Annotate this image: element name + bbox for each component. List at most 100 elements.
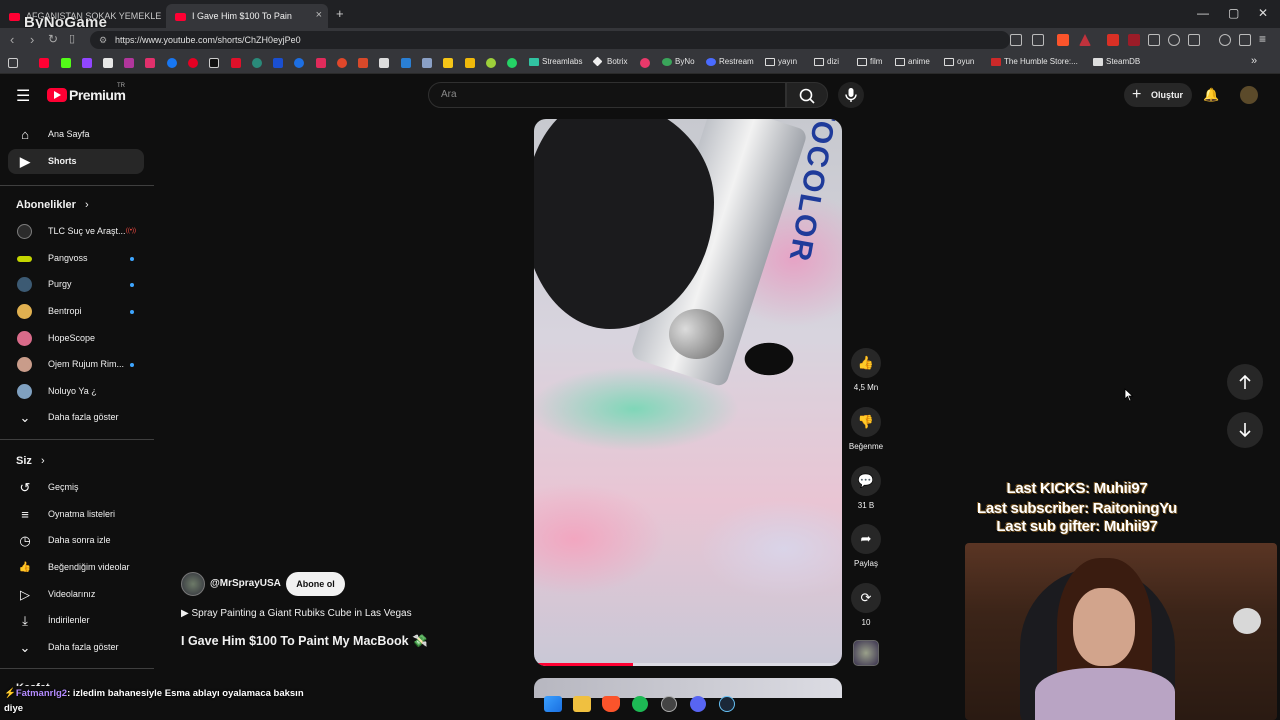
- steam-icon[interactable]: [719, 696, 735, 712]
- brave-shields-icon[interactable]: [1057, 34, 1069, 46]
- bookmark-facebook-icon[interactable]: [167, 58, 177, 68]
- new-tab-button[interactable]: +: [336, 6, 344, 21]
- hamburger-menu-icon[interactable]: ☰: [16, 86, 30, 106]
- show-more-you[interactable]: ⌄ Daha fazla göster: [8, 635, 144, 660]
- discord-icon[interactable]: [690, 696, 706, 712]
- related-video-link[interactable]: ▶ Spray Painting a Giant Rubiks Cube in …: [181, 608, 412, 619]
- bookmark-b-icon[interactable]: [273, 58, 283, 68]
- previous-short-button[interactable]: [1227, 364, 1263, 400]
- bookmark-tiktok-icon[interactable]: [209, 58, 219, 68]
- bookmark-folder-yayin[interactable]: yayın: [765, 57, 797, 66]
- sidebar-item-shorts[interactable]: ▶ Shorts: [8, 149, 144, 174]
- back-arrow-icon[interactable]: ‹: [10, 32, 14, 47]
- bookmark-streamlabs[interactable]: Streamlabs: [529, 57, 582, 66]
- search-button[interactable]: [786, 82, 828, 108]
- subscription-purgy[interactable]: Purgy: [8, 272, 144, 297]
- subscription-pangvoss[interactable]: Pangvoss: [8, 246, 144, 271]
- sound-thumbnail[interactable]: [853, 640, 879, 666]
- subscribe-button[interactable]: Abone ol: [286, 572, 345, 596]
- brave-browser-icon[interactable]: [602, 696, 620, 712]
- bookmark-crown-icon[interactable]: [401, 58, 411, 68]
- bookmark-instagram-icon[interactable]: [145, 58, 155, 68]
- bookmark-folder-dizi[interactable]: dizi: [814, 57, 839, 66]
- extension-cloud-icon[interactable]: [1148, 34, 1160, 46]
- voice-search-button[interactable]: [838, 82, 864, 108]
- bookmark-botrix[interactable]: Botrix: [592, 56, 627, 67]
- bookmark-restream[interactable]: Restream: [706, 57, 754, 66]
- search-input[interactable]: Ara: [428, 82, 786, 108]
- subscription-bentropi[interactable]: Bentropi: [8, 299, 144, 324]
- bookmark-whatsapp-icon[interactable]: [507, 58, 517, 68]
- browser-menu-icon[interactable]: ≡: [1259, 32, 1266, 46]
- subscription-noluyo-ya[interactable]: Noluyo Ya ¿: [8, 379, 144, 404]
- create-button[interactable]: + Oluştur: [1124, 83, 1192, 107]
- media-music-icon[interactable]: [1219, 34, 1231, 46]
- bookmark-folder-oyun[interactable]: oyun: [944, 57, 974, 66]
- bookmark-kick-icon[interactable]: [61, 58, 71, 68]
- bookmark-byno[interactable]: ByNo: [662, 57, 695, 66]
- windows-start-icon[interactable]: [544, 696, 562, 712]
- bookmark-youtube-icon[interactable]: [39, 58, 49, 68]
- share-page-icon[interactable]: [1032, 34, 1044, 46]
- bookmark-green-icon[interactable]: [486, 58, 496, 68]
- more-bookmarks-button[interactable]: »: [1251, 55, 1257, 67]
- share-action[interactable]: ➦ Paylaş: [846, 524, 886, 568]
- apps-grid-icon[interactable]: [8, 58, 18, 68]
- you-header[interactable]: Siz ›: [16, 455, 45, 467]
- like-action[interactable]: 👍 4,5 Mn: [846, 348, 886, 392]
- obs-icon[interactable]: [661, 696, 677, 712]
- url-field[interactable]: ⚙ https://www.youtube.com/shorts/ChZH0ey…: [90, 31, 1010, 49]
- sidebar-item-liked-videos[interactable]: 👍 Beğendiğim videolar: [8, 555, 144, 580]
- bookmark-amazon-icon[interactable]: [379, 58, 389, 68]
- browser-tab-2-active[interactable]: I Gave Him $100 To Paint My ×: [166, 4, 328, 28]
- leo-ai-icon[interactable]: [1239, 34, 1251, 46]
- comment-action[interactable]: 💬 31 B: [846, 466, 886, 510]
- remix-action[interactable]: ⟳ 10: [846, 583, 886, 627]
- short-video-player[interactable]: MOTOCOLOR: [534, 119, 842, 666]
- file-explorer-icon[interactable]: [573, 696, 591, 712]
- sidebar-item-home[interactable]: ⌂ Ana Sayfa: [8, 122, 144, 147]
- video-progress-bar[interactable]: [534, 663, 842, 666]
- bookmark-page-icon[interactable]: ▯: [69, 32, 75, 45]
- notifications-bell-icon[interactable]: 🔔: [1203, 87, 1219, 103]
- bookmark-folder-anime[interactable]: anime: [895, 57, 930, 66]
- subscription-ojem-rujum[interactable]: Ojem Rujum Rim...: [8, 352, 144, 377]
- subscription-tlc[interactable]: TLC Suç ve Araşt... ((•)): [8, 219, 144, 244]
- sidebar-item-watch-later[interactable]: ◷ Daha sonra izle: [8, 528, 144, 553]
- bookmark-hb-icon[interactable]: [358, 58, 368, 68]
- cast-icon[interactable]: [1010, 34, 1022, 46]
- bookmark-blue-play-icon[interactable]: [294, 58, 304, 68]
- bookmark-folder-film[interactable]: film: [857, 57, 882, 66]
- forward-arrow-icon[interactable]: ›: [30, 32, 34, 47]
- dislike-action[interactable]: 👎 Beğenme: [846, 407, 886, 451]
- extension-red-icon[interactable]: [1128, 34, 1140, 46]
- bookmark-imdb-icon[interactable]: [443, 58, 453, 68]
- show-more-subscriptions[interactable]: ⌄ Daha fazla göster: [8, 405, 144, 430]
- subscriptions-header[interactable]: Abonelikler ›: [16, 199, 89, 211]
- bookmark-teal-icon[interactable]: [252, 58, 262, 68]
- sidebar-item-playlists[interactable]: ≡ Oynatma listeleri: [8, 502, 144, 527]
- bookmark-twitch-dashboard-icon[interactable]: [124, 58, 134, 68]
- sidebar-item-downloads[interactable]: ⤓ İndirilenler: [8, 608, 144, 633]
- brave-rewards-icon[interactable]: [1079, 34, 1091, 46]
- account-avatar[interactable]: [1240, 86, 1258, 104]
- bookmark-pink-icon[interactable]: [640, 58, 650, 68]
- bookmark-pinterest-icon[interactable]: [188, 58, 198, 68]
- spotify-icon[interactable]: [632, 696, 648, 712]
- bookmark-grey-icon[interactable]: [422, 58, 432, 68]
- close-tab-icon[interactable]: ×: [316, 6, 322, 24]
- bookmark-x-icon[interactable]: [103, 58, 113, 68]
- maximize-button[interactable]: ▢: [1228, 6, 1239, 20]
- next-short-button[interactable]: [1227, 412, 1263, 448]
- site-info-icon[interactable]: ⚙: [99, 31, 107, 49]
- bookmark-red-icon[interactable]: [231, 58, 241, 68]
- channel-name-link[interactable]: @MrSprayUSA: [210, 578, 281, 589]
- extensions-puzzle-icon[interactable]: [1168, 34, 1180, 46]
- bookmark-y-icon[interactable]: [316, 58, 326, 68]
- bookmark-orange-icon[interactable]: [337, 58, 347, 68]
- bookmark-twitch-icon[interactable]: [82, 58, 92, 68]
- bookmark-humble-store[interactable]: The Humble Store:...: [991, 57, 1078, 66]
- sidebar-item-your-videos[interactable]: ▷ Videolarınız: [8, 582, 144, 607]
- reload-icon[interactable]: ↻: [48, 32, 58, 46]
- extension-mail-icon[interactable]: [1107, 34, 1119, 46]
